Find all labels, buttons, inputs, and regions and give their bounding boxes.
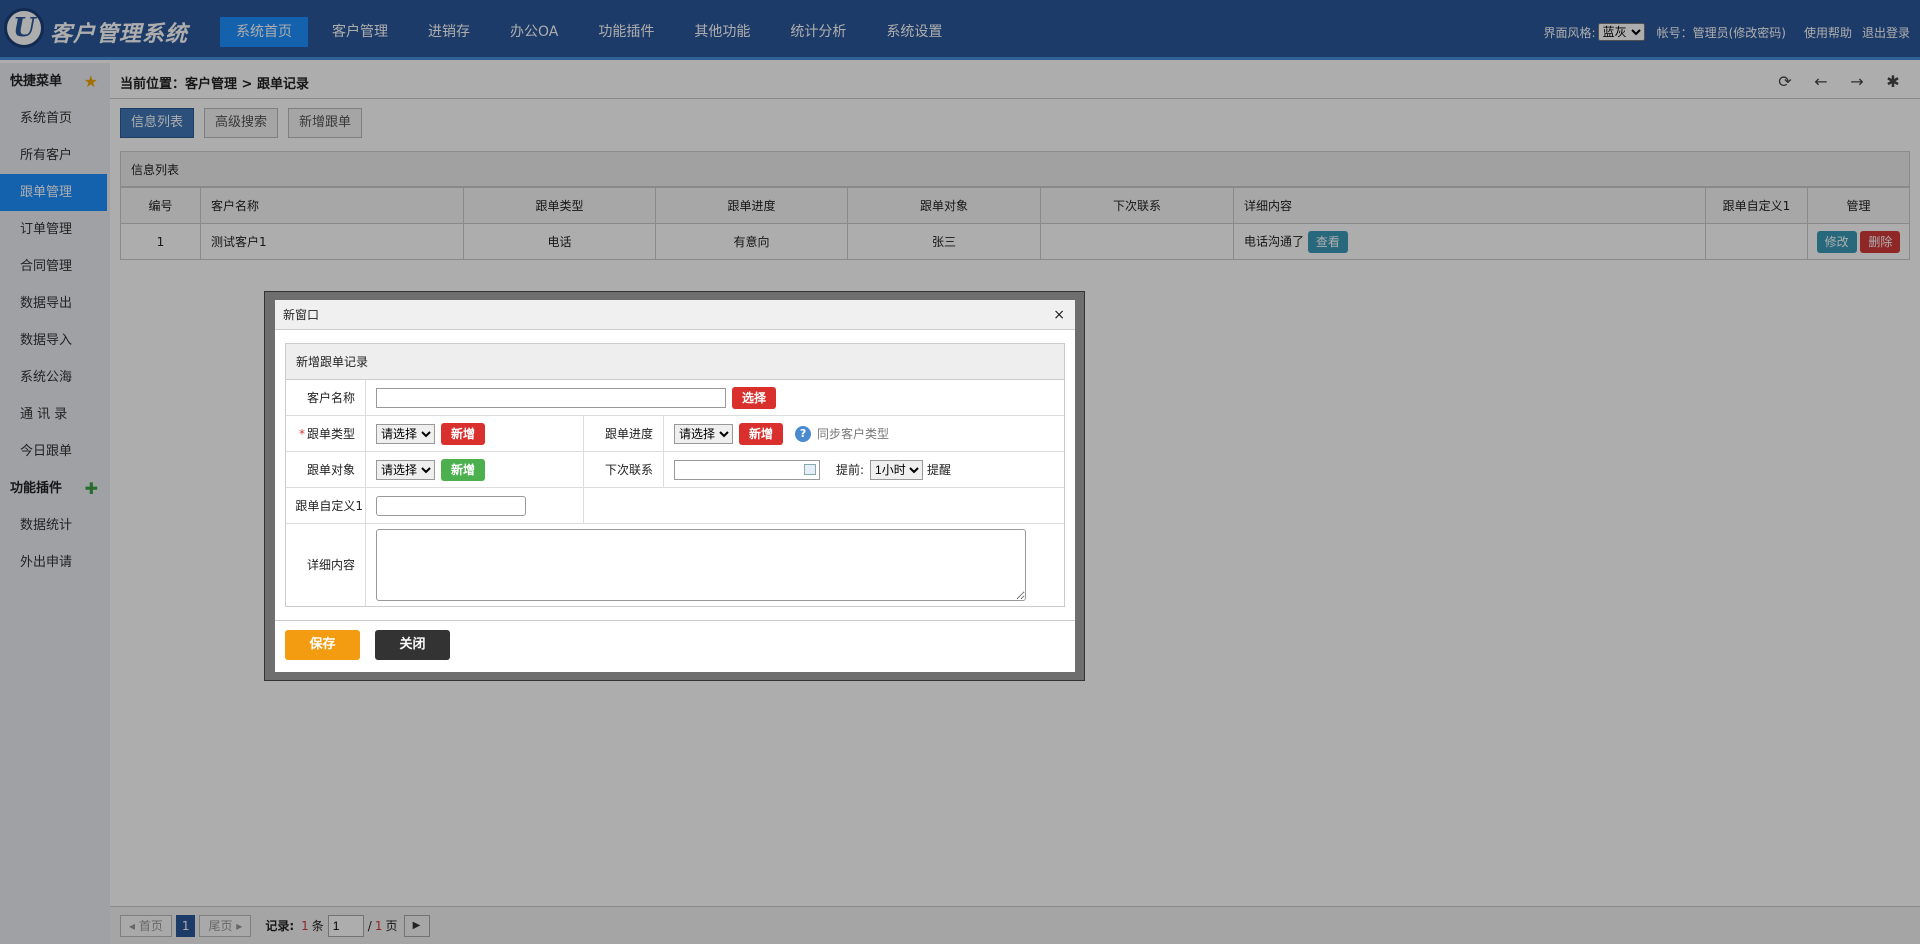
row-custom1: 跟单自定义1	[286, 488, 1064, 524]
form-title: 新增跟单记录	[286, 344, 1064, 380]
type-label: 跟单类型	[306, 427, 355, 441]
advance-select[interactable]: 1小时	[870, 459, 924, 480]
help-icon: ?	[795, 425, 812, 442]
dialog-title: 新窗口	[283, 308, 320, 322]
target-label: 跟单对象	[286, 452, 366, 487]
remind-text: 提醒	[927, 463, 952, 477]
row-customer: 客户名称 选择	[286, 380, 1064, 416]
new-followup-dialog: 新窗口 × 新增跟单记录 客户名称 选择 *跟单类型 请选择 新增 跟单进度	[275, 300, 1075, 672]
row-detail: 详细内容	[286, 524, 1064, 606]
followup-form: 新增跟单记录 客户名称 选择 *跟单类型 请选择 新增 跟单进度 请选择 新增	[285, 343, 1065, 607]
calendar-icon[interactable]	[804, 463, 816, 475]
advance-label: 提前:	[836, 463, 865, 477]
required-mark: *	[298, 427, 305, 441]
progress-select[interactable]: 请选择	[674, 423, 733, 444]
type-select[interactable]: 请选择	[376, 423, 435, 444]
save-button[interactable]: 保存	[285, 630, 360, 660]
sync-type-text[interactable]: 同步客户类型	[817, 425, 889, 442]
close-icon[interactable]: ×	[1053, 300, 1065, 330]
custom1-input[interactable]	[376, 495, 526, 516]
custom1-label: 跟单自定义1	[286, 488, 366, 523]
next-contact-label: 下次联系	[584, 452, 664, 487]
close-button[interactable]: 关闭	[375, 630, 450, 660]
dialog-footer: 保存 关闭	[275, 620, 1075, 672]
detail-label: 详细内容	[286, 524, 366, 606]
add-progress-button[interactable]: 新增	[739, 422, 784, 445]
add-target-button[interactable]: 新增	[441, 458, 486, 481]
add-type-button[interactable]: 新增	[441, 422, 486, 445]
detail-textarea[interactable]	[376, 529, 1026, 601]
choose-customer-button[interactable]: 选择	[732, 386, 777, 409]
dialog-frame: 新窗口 × 新增跟单记录 客户名称 选择 *跟单类型 请选择 新增 跟单进度	[264, 291, 1085, 681]
row-type-progress: * 跟单类型 请选择 新增 跟单进度 请选择 新增 ? 同步客户类型	[286, 416, 1064, 452]
customer-name-input[interactable]	[376, 387, 726, 408]
row-target-next: 跟单对象 请选择 新增 下次联系 提前: 1小时 提醒	[286, 452, 1064, 488]
next-contact-date-input[interactable]	[674, 459, 820, 480]
dialog-titlebar: 新窗口 ×	[275, 300, 1075, 330]
customer-label: 客户名称	[286, 380, 366, 415]
progress-label: 跟单进度	[584, 416, 664, 451]
target-select[interactable]: 请选择	[376, 459, 435, 480]
